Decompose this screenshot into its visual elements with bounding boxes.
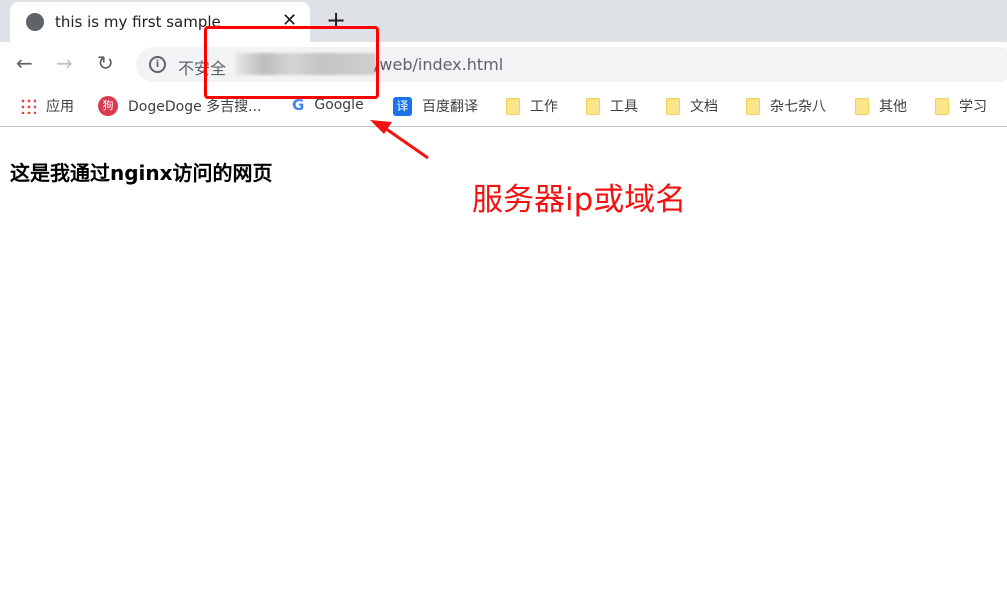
bookmark-label: Google — [314, 97, 364, 113]
folder-icon — [586, 97, 600, 115]
folder-icon — [506, 97, 520, 115]
bookmark-label: 杂七杂八 — [770, 99, 826, 115]
folder-icon — [666, 97, 680, 115]
bookmark-folder[interactable]: 学习 — [935, 96, 987, 116]
tab-strip: this is my first sample ✕ + — [0, 0, 1007, 42]
toolbar: ← → ↻ i 不安全 /web/index.html — [0, 42, 1007, 86]
reload-button[interactable]: ↻ — [97, 51, 114, 75]
bookmarks-bar: 应用 狗 DogeDoge 多吉搜... G Google 译百度翻译 工作 工具 … — [0, 86, 1007, 127]
page-heading: 这是我通过nginx访问的网页 — [10, 161, 273, 185]
annotation-arrow — [370, 120, 429, 160]
globe-icon — [26, 13, 44, 31]
bookmark-label: 学习 — [959, 99, 987, 115]
url-text: /web/index.html — [374, 55, 504, 74]
bookmark-dogedoge[interactable]: 狗 DogeDoge 多吉搜... — [98, 96, 262, 116]
bookmark-label: 文档 — [690, 99, 718, 115]
bookmark-label: 其他 — [879, 99, 907, 115]
tab-title: this is my first sample — [55, 13, 221, 31]
bookmark-label: DogeDoge 多吉搜... — [128, 99, 262, 115]
bookmark-folder[interactable]: 工作 — [506, 96, 558, 116]
back-button[interactable]: ← — [16, 51, 33, 75]
bookmark-folder[interactable]: 其他 — [855, 96, 907, 116]
annotation-box — [204, 26, 379, 99]
annotation-text: 服务器ip或域名 — [472, 182, 687, 218]
info-icon[interactable]: i — [149, 56, 166, 73]
folder-icon — [855, 97, 869, 115]
folder-icon — [746, 97, 760, 115]
apps-icon — [20, 98, 36, 114]
bookmark-folder[interactable]: 工具 — [586, 96, 638, 116]
folder-icon — [935, 97, 949, 115]
bookmark-label: 工具 — [610, 99, 638, 115]
bookmark-label: 应用 — [46, 99, 74, 115]
bookmark-folder[interactable]: 文档 — [666, 96, 718, 116]
bookmark-label: 工作 — [530, 99, 558, 115]
bookmark-folder[interactable]: 杂七杂八 — [746, 96, 826, 116]
bookmark-apps[interactable]: 应用 — [20, 96, 74, 116]
dogedoge-icon: 狗 — [98, 96, 118, 116]
forward-button[interactable]: → — [56, 51, 73, 75]
